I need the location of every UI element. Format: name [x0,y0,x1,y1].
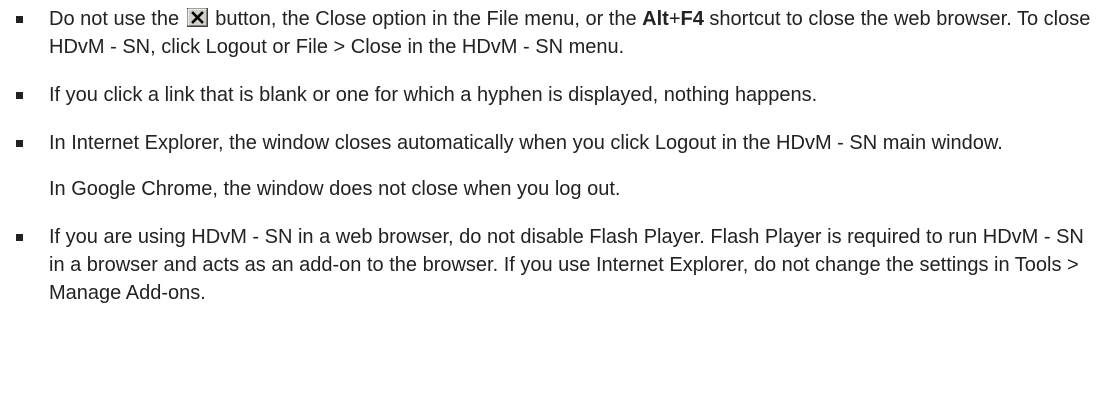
note-item-logout-window: In Internet Explorer, the window closes … [0,129,1118,203]
square-bullet-icon [16,92,23,99]
note-text: In Internet Explorer, the window closes … [49,132,1003,154]
note-text: If you click a link that is blank or one… [49,84,818,106]
note-item-close-browser: Do not use the button, the Close option … [0,5,1118,61]
note-subtext: In Google Chrome, the window does not cl… [49,178,621,200]
key-alt: Alt [642,8,669,30]
square-bullet-icon [16,140,23,147]
key-f4: F4 [680,8,704,30]
note-item-blank-link: If you click a link that is blank or one… [0,81,1118,109]
note-item-flash-player: If you are using HDvM - SN in a web brow… [0,223,1118,307]
notes-list: Do not use the button, the Close option … [0,0,1118,307]
note-text: Do not use the button, the Close option … [49,8,1091,58]
close-button-icon [186,8,208,27]
note-text: If you are using HDvM - SN in a web brow… [49,226,1084,304]
square-bullet-icon [16,234,23,241]
square-bullet-icon [16,16,23,23]
